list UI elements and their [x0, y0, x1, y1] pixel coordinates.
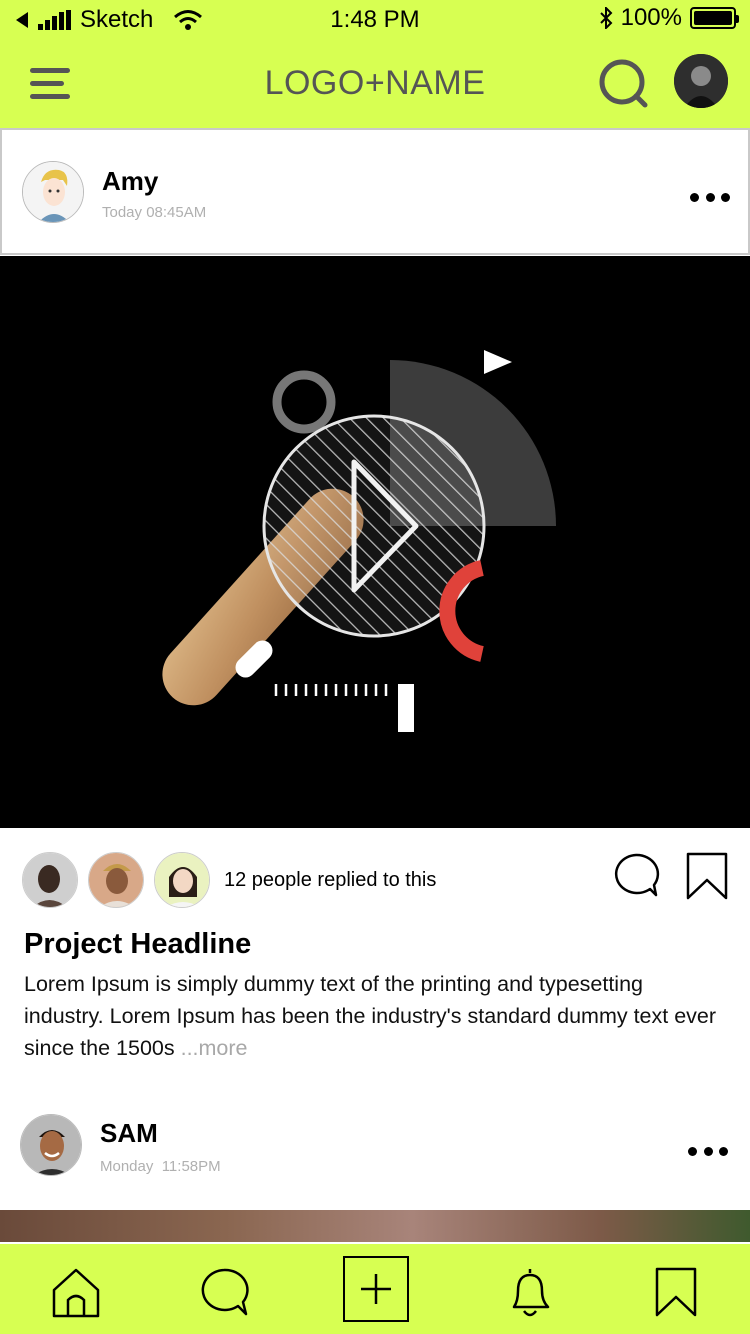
- post-header: SAM Monday 11:58PM: [0, 1098, 750, 1210]
- bookmark-icon[interactable]: [648, 1264, 704, 1320]
- post-media[interactable]: [0, 256, 750, 828]
- more-options-icon[interactable]: [688, 1144, 728, 1158]
- reply-avatar: [88, 852, 144, 908]
- comment-icon[interactable]: [612, 852, 660, 898]
- search-icon[interactable]: [598, 58, 650, 110]
- more-options-icon[interactable]: [690, 190, 730, 204]
- author-name[interactable]: SAM: [100, 1118, 158, 1149]
- post-timestamp: Today 08:45AM: [102, 204, 207, 221]
- replies-count-text[interactable]: 12 people replied to this: [224, 869, 436, 892]
- author-name[interactable]: Amy: [102, 166, 158, 197]
- battery-percent: 100%: [620, 4, 682, 31]
- status-right: 100%: [599, 4, 739, 32]
- post-body-text: Lorem Ipsum is simply dummy text of the …: [24, 972, 717, 1060]
- tab-bar: [0, 1242, 750, 1334]
- chat-icon[interactable]: [196, 1264, 252, 1320]
- read-more-link[interactable]: ...more: [181, 1036, 248, 1060]
- battery-fill: [694, 11, 732, 25]
- author-avatar[interactable]: [22, 161, 84, 223]
- post-timestamp: Monday 11:58PM: [100, 1158, 221, 1175]
- bookmark-icon[interactable]: [686, 852, 728, 900]
- post-body: Lorem Ipsum is simply dummy text of the …: [24, 968, 724, 1064]
- reply-avatar: [154, 852, 210, 908]
- replies-row[interactable]: 12 people replied to this: [22, 852, 436, 908]
- nav-bar: LOGO+NAME: [0, 40, 750, 128]
- author-avatar[interactable]: [20, 1114, 82, 1176]
- add-icon[interactable]: [343, 1256, 409, 1322]
- profile-avatar[interactable]: [674, 54, 728, 108]
- post-headline: Project Headline: [24, 928, 252, 960]
- status-bar: Sketch 1:48 PM 100%: [0, 0, 750, 40]
- reply-avatar: [22, 852, 78, 908]
- battery-icon: [690, 7, 739, 29]
- bluetooth-icon: [599, 7, 613, 29]
- home-icon[interactable]: [48, 1264, 104, 1320]
- media-artwork: [162, 350, 556, 732]
- post-media-preview[interactable]: [0, 1210, 750, 1242]
- bell-icon[interactable]: [502, 1264, 558, 1320]
- post-header: Amy Today 08:45AM: [0, 128, 750, 255]
